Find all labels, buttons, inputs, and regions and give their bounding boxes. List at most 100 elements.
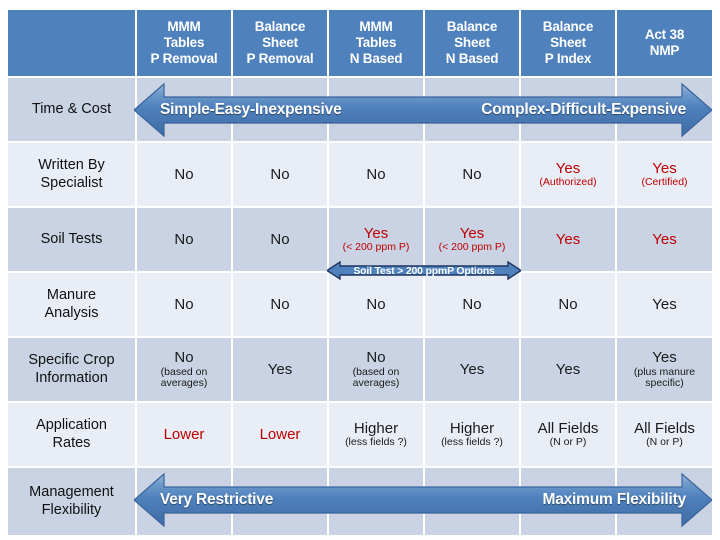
column-header-line: P Removal xyxy=(150,50,218,66)
table-cell: No xyxy=(425,143,521,208)
table-cell: Higher (less fields ?) xyxy=(329,403,425,468)
column-header-line: Balance xyxy=(254,19,306,35)
table-cell xyxy=(521,78,617,143)
table-cell: Yes xyxy=(617,273,712,338)
cell-value: Yes xyxy=(459,224,485,242)
column-header-line: N Based xyxy=(445,50,499,66)
table-cell: No xyxy=(329,143,425,208)
column-header-line: MMM xyxy=(167,19,201,35)
row-label-line: Management xyxy=(29,484,114,501)
row-label-line: Specialist xyxy=(40,174,103,191)
soil-test-options-banner: Soil Test > 200 ppmP Options xyxy=(327,261,521,280)
table-cell: Lower xyxy=(137,403,233,468)
cell-value: Yes xyxy=(652,230,677,248)
column-header-line: Sheet xyxy=(262,35,298,51)
cell-value: No xyxy=(462,295,482,313)
table-cell: No xyxy=(233,143,329,208)
cell-subvalue: (less fields ?) xyxy=(441,436,503,449)
cell-value: Yes xyxy=(555,360,581,378)
cell-value: No xyxy=(270,295,290,313)
column-header-line: NMP xyxy=(649,43,680,58)
table-cell: Yes (Authorized) xyxy=(521,143,617,208)
cell-subvalue: (Certified) xyxy=(641,176,688,189)
table-cell: No xyxy=(233,273,329,338)
cell-subvalue: (< 200 ppm P) xyxy=(342,241,410,254)
cell-subvalue: (< 200 ppm P) xyxy=(438,241,506,254)
table-cell: No xyxy=(233,208,329,273)
cell-value: All Fields xyxy=(634,419,695,437)
cell-value: No xyxy=(462,165,482,183)
cell-value: No xyxy=(174,230,194,248)
row-label-line: Analysis xyxy=(44,304,99,321)
cell-value: Yes xyxy=(652,159,677,177)
column-header-line: Act 38 xyxy=(644,27,685,43)
column-header-mmm-p-removal: MMM Tables P Removal xyxy=(137,10,233,78)
cell-value: No xyxy=(174,348,194,366)
cell-subvalue: (plus manure specific) xyxy=(633,365,696,390)
cell-value: Yes xyxy=(459,360,485,378)
row-label-line: Application xyxy=(36,417,107,434)
cell-value: No xyxy=(270,230,290,248)
table-cell: Yes xyxy=(233,338,329,403)
table-cell: Yes xyxy=(521,208,617,273)
cell-value: Yes xyxy=(555,159,581,177)
table-cell: No xyxy=(137,208,233,273)
cell-value: Yes xyxy=(652,348,677,366)
table-cell xyxy=(425,78,521,143)
table-cell: Yes xyxy=(521,338,617,403)
table-cell xyxy=(233,468,329,537)
row-label-line: Flexibility xyxy=(41,501,102,518)
cell-value: No xyxy=(174,295,194,313)
table-cell: Lower xyxy=(233,403,329,468)
row-label-manure-analysis: Manure Analysis xyxy=(8,273,137,338)
cell-subvalue: (less fields ?) xyxy=(345,436,407,449)
cell-value: No xyxy=(270,165,290,183)
row-label-line: Manure xyxy=(46,287,97,304)
table-cell xyxy=(617,468,712,537)
row-label-line: Time & Cost xyxy=(31,100,112,117)
row-label-management-flexibility: Management Flexibility xyxy=(8,468,137,537)
table-cell: Yes xyxy=(617,208,712,273)
table-cell: Yes (plus manure specific) xyxy=(617,338,712,403)
cell-value: Yes xyxy=(267,360,293,378)
row-label-specific-crop-information: Specific Crop Information xyxy=(8,338,137,403)
cell-subvalue: (Authorized) xyxy=(539,176,597,189)
slide-canvas: MMM Tables P Removal Balance Sheet P Rem… xyxy=(0,0,720,540)
cell-subvalue: (based on averages) xyxy=(352,365,400,390)
table-cell: No (based on averages) xyxy=(137,338,233,403)
cell-value: Yes xyxy=(555,230,581,248)
column-header-line: P Removal xyxy=(246,50,314,66)
cell-subvalue: (based on averages) xyxy=(160,365,208,390)
row-label-line: Information xyxy=(35,369,108,386)
row-label-line: Written By xyxy=(38,157,105,174)
cell-value: Lower xyxy=(259,425,301,443)
table-cell: No xyxy=(137,143,233,208)
column-header-balance-sheet-p-removal: Balance Sheet P Removal xyxy=(233,10,329,78)
cell-subvalue: (N or P) xyxy=(646,436,683,449)
cell-value: All Fields xyxy=(537,419,599,437)
table-cell xyxy=(617,78,712,143)
table-cell: No (based on averages) xyxy=(329,338,425,403)
table-cell: No xyxy=(521,273,617,338)
table-cell xyxy=(425,468,521,537)
column-header-balance-sheet-n-based: Balance Sheet N Based xyxy=(425,10,521,78)
table-cell xyxy=(329,468,425,537)
cell-value: No xyxy=(366,165,386,183)
table-cell: No xyxy=(137,273,233,338)
table-cell: Yes (Certified) xyxy=(617,143,712,208)
row-label-line: Specific Crop xyxy=(28,352,115,369)
cell-value: Higher xyxy=(353,419,399,437)
row-label-line: Soil Tests xyxy=(40,230,103,247)
table-cell: No xyxy=(425,273,521,338)
table-cell xyxy=(137,78,233,143)
row-label-line: Rates xyxy=(52,434,91,451)
row-label-soil-tests: Soil Tests xyxy=(8,208,137,273)
table-cell: Yes xyxy=(425,338,521,403)
table-corner-cell xyxy=(8,10,137,78)
column-header-mmm-n-based: MMM Tables N Based xyxy=(329,10,425,78)
column-header-line: Tables xyxy=(355,35,397,51)
cell-value: Yes xyxy=(652,295,677,313)
table-cell xyxy=(521,468,617,537)
column-header-line: MMM xyxy=(359,19,393,35)
cell-value: No xyxy=(366,295,386,313)
